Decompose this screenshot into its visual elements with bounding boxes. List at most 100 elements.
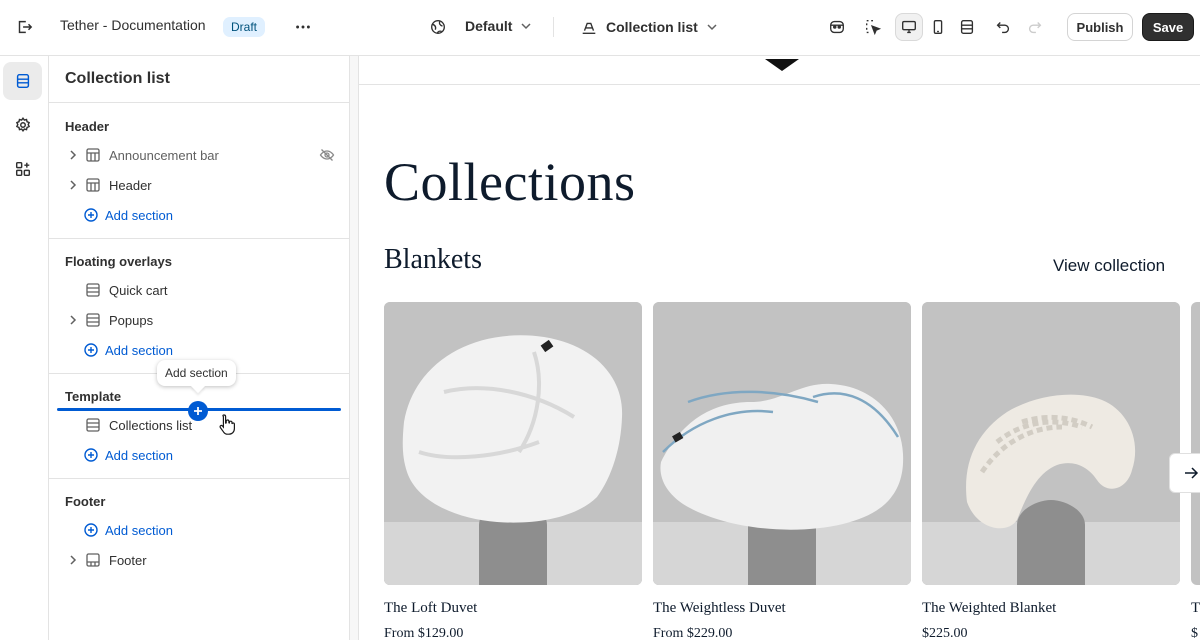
plus-circle-icon bbox=[84, 343, 98, 357]
section-announcement-bar[interactable]: Announcement bar bbox=[65, 142, 335, 168]
chevron-right-icon[interactable] bbox=[65, 312, 81, 328]
plus-circle-icon bbox=[84, 208, 98, 222]
left-rail bbox=[0, 56, 49, 640]
product-card[interactable]: The Loft Duvet From $129.00 bbox=[384, 302, 642, 640]
top-bar: Tether - Documentation Draft Default Col… bbox=[0, 0, 1200, 56]
save-button[interactable]: Save bbox=[1142, 13, 1194, 41]
inspector-icon[interactable] bbox=[859, 13, 887, 41]
section-icon bbox=[85, 417, 101, 433]
knit-blanket-illustration bbox=[922, 302, 1180, 585]
theme-dropdown-label: Default bbox=[465, 18, 513, 34]
group-template-label: Template bbox=[65, 389, 122, 404]
add-section-button[interactable]: Add section bbox=[84, 205, 173, 225]
product-price: From $229.00 bbox=[653, 626, 733, 640]
sections-icon[interactable] bbox=[3, 62, 42, 100]
template-icon bbox=[582, 22, 596, 34]
undo-icon[interactable] bbox=[989, 13, 1017, 41]
arrow-right-icon bbox=[1185, 467, 1199, 479]
add-section-label: Add section bbox=[105, 522, 173, 538]
add-section-button[interactable]: Add section bbox=[84, 340, 173, 360]
group-header-label: Header bbox=[65, 119, 110, 134]
section-label: Quick cart bbox=[109, 282, 168, 298]
divider bbox=[49, 102, 349, 103]
duvet-illustration bbox=[653, 302, 911, 585]
add-section-label: Add section bbox=[105, 447, 173, 463]
product-name: T bbox=[1191, 600, 1200, 616]
sidebar-title: Collection list bbox=[65, 70, 170, 87]
page-title: Collections bbox=[384, 152, 636, 212]
group-overlays-label: Floating overlays bbox=[65, 254, 172, 269]
product-image[interactable] bbox=[384, 302, 642, 585]
section-label: Collections list bbox=[109, 417, 193, 433]
redo-icon[interactable] bbox=[1021, 13, 1049, 41]
exit-icon[interactable] bbox=[10, 13, 38, 41]
publish-button[interactable]: Publish bbox=[1067, 13, 1133, 41]
add-section-label: Add section bbox=[105, 207, 173, 223]
section-icon bbox=[85, 147, 101, 163]
product-image[interactable] bbox=[653, 302, 911, 585]
group-footer-label: Footer bbox=[65, 494, 106, 509]
divider bbox=[553, 17, 554, 37]
divider bbox=[49, 478, 349, 479]
app-title: Tether - Documentation bbox=[60, 17, 206, 33]
product-price: $ bbox=[1191, 626, 1198, 640]
theme-preview: Collections Blankets View collection The… bbox=[350, 56, 1200, 640]
mobile-icon[interactable] bbox=[924, 13, 952, 41]
section-label: Announcement bar bbox=[109, 147, 219, 163]
product-image[interactable] bbox=[922, 302, 1180, 585]
section-label: Footer bbox=[109, 552, 147, 568]
preview-frame: Collections Blankets View collection The… bbox=[358, 56, 1200, 640]
add-section-tooltip: Add section bbox=[157, 360, 236, 386]
product-price: From $129.00 bbox=[384, 626, 464, 640]
section-icon bbox=[85, 552, 101, 568]
status-badge: Draft bbox=[223, 17, 266, 37]
settings-icon[interactable] bbox=[3, 106, 42, 144]
more-icon[interactable] bbox=[289, 13, 317, 41]
chevron-down-icon bbox=[707, 24, 717, 31]
product-name: The Loft Duvet bbox=[384, 600, 478, 616]
fullwidth-icon[interactable] bbox=[953, 13, 981, 41]
store-logo-icon[interactable] bbox=[765, 59, 799, 71]
section-header[interactable]: Header bbox=[65, 172, 335, 198]
plus-circle-icon bbox=[84, 523, 98, 537]
section-collections-list[interactable]: Collections list bbox=[65, 412, 335, 438]
section-icon bbox=[85, 177, 101, 193]
section-label: Header bbox=[109, 177, 152, 193]
chevron-right-icon[interactable] bbox=[65, 552, 81, 568]
product-card[interactable]: The Weightless Duvet From $229.00 bbox=[653, 302, 911, 640]
product-name: The Weightless Duvet bbox=[653, 600, 786, 616]
section-popups[interactable]: Popups bbox=[65, 307, 335, 333]
plus-circle-icon bbox=[84, 448, 98, 462]
product-card[interactable]: The Weighted Blanket $225.00 bbox=[922, 302, 1180, 640]
store-header bbox=[359, 56, 1200, 85]
chevron-right-icon[interactable] bbox=[65, 177, 81, 193]
add-section-label: Add section bbox=[105, 342, 173, 358]
eye-slash-icon[interactable] bbox=[319, 147, 335, 163]
collection-title: Blankets bbox=[384, 244, 482, 275]
template-dropdown-label: Collection list bbox=[606, 19, 698, 35]
carousel-next-button[interactable] bbox=[1169, 453, 1200, 493]
add-section-button[interactable]: Add section bbox=[84, 520, 173, 540]
apps-icon[interactable] bbox=[3, 150, 42, 188]
duvet-illustration bbox=[384, 302, 642, 585]
divider bbox=[49, 238, 349, 239]
theme-dropdown[interactable]: Default bbox=[465, 18, 532, 34]
product-image[interactable] bbox=[1191, 302, 1200, 585]
section-quick-cart[interactable]: Quick cart bbox=[65, 277, 335, 303]
section-icon bbox=[85, 312, 101, 328]
view-collection-link[interactable]: View collection bbox=[1053, 256, 1165, 276]
section-icon bbox=[85, 282, 101, 298]
hand-cursor-icon bbox=[219, 414, 235, 435]
chevron-right-icon[interactable] bbox=[65, 147, 81, 163]
desktop-icon[interactable] bbox=[895, 13, 923, 41]
globe-icon[interactable] bbox=[424, 13, 452, 41]
add-section-button[interactable]: Add section bbox=[84, 445, 173, 465]
section-footer[interactable]: Footer bbox=[65, 547, 335, 573]
product-name: The Weighted Blanket bbox=[922, 600, 1057, 616]
product-price: $225.00 bbox=[922, 626, 968, 640]
ai-icon[interactable] bbox=[823, 13, 851, 41]
template-dropdown[interactable]: Collection list bbox=[580, 18, 718, 36]
section-label: Popups bbox=[109, 312, 154, 328]
sections-sidebar: Collection list Header Announcement bar … bbox=[49, 56, 350, 640]
chevron-down-icon bbox=[521, 23, 531, 30]
